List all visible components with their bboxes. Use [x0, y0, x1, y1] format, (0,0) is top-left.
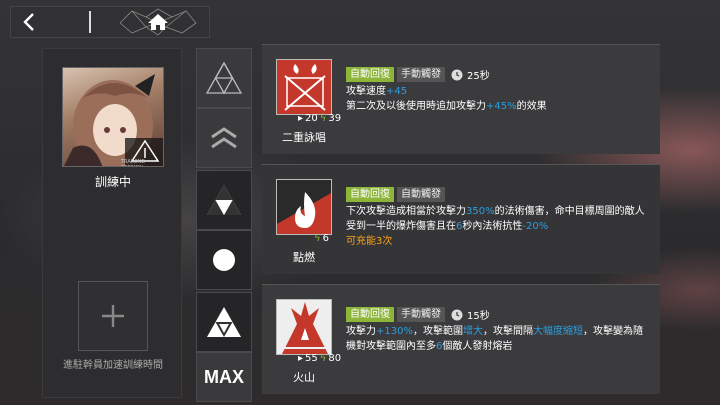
desc-text: 第二次及以後使用時追加攻擊力 — [346, 101, 486, 112]
rank-triangle-outline-icon — [205, 61, 243, 95]
skill-icon-double-chant — [276, 59, 332, 115]
play-icon: ▸ — [298, 113, 304, 124]
rank-1-button[interactable] — [196, 48, 252, 108]
sp-initial: 55 — [305, 353, 318, 364]
sp-cost: 39 — [328, 113, 342, 124]
skill-tags: 自動回復 手動觸發 15秒 — [346, 307, 490, 322]
desc-value: +130% — [376, 326, 413, 337]
rank-triangle-full-icon — [207, 307, 241, 337]
sp-cost: 6 — [322, 233, 329, 244]
portrait-art — [64, 74, 163, 166]
clock-icon — [451, 309, 463, 320]
desc-value: -20% — [522, 221, 549, 232]
portrait-caption: TRAINING SESSION — [121, 159, 146, 166]
rank-circle-icon — [213, 249, 235, 271]
tag-trigger: 手動觸發 — [397, 307, 445, 322]
desc-text: 攻擊力 — [346, 326, 376, 337]
skill-card-3[interactable]: ▸ 55 ϟ 80 火山 自動回復 手動觸發 15秒 攻擊力+130%，攻擊範圍增大… — [262, 284, 660, 394]
rank-max-label: MAX — [204, 366, 244, 387]
desc-text: 的效果 — [516, 101, 547, 112]
tag-recovery: 自動回復 — [346, 307, 394, 322]
rank-2-button[interactable] — [196, 108, 252, 168]
add-operator-button[interactable] — [78, 281, 148, 351]
rank-3-button[interactable] — [196, 170, 252, 230]
skill-card-1[interactable]: ▸ 20 ϟ 39 二重詠唱 自動回復 手動觸發 25秒 攻擊速度+45 第二次及以… — [262, 44, 660, 154]
duration-text: 15秒 — [467, 311, 490, 322]
skill-description: 攻擊速度+45 第二次及以後使用時追加攻擊力+45%的效果 — [346, 84, 651, 114]
skill-card-2[interactable]: ϟ6 點燃 自動回復 自動觸發 下次攻擊造成相當於攻擊力350%的法術傷害，命中… — [262, 164, 660, 274]
top-nav-bar — [10, 6, 210, 38]
duration: 15秒 — [451, 307, 490, 322]
clock-icon — [451, 69, 463, 80]
desc-value: +45 — [386, 86, 408, 97]
sp-costs: ϟ6 — [314, 233, 329, 244]
sp-costs: ▸ 20 ϟ 39 — [298, 113, 341, 124]
skill-tags: 自動回復 手動觸發 25秒 — [346, 67, 490, 82]
desc-value: 350% — [466, 206, 495, 217]
bolt-icon: ϟ — [319, 353, 327, 364]
skill-icon-volcano — [276, 299, 332, 355]
desc-text: 個敵人發射熔岩 — [442, 341, 513, 352]
desc-value: 大幅度縮短 — [532, 326, 583, 337]
skill-icon-ignite — [276, 179, 332, 235]
skill-name: 點燃 — [293, 251, 315, 264]
operator-panel: TRAINING SESSION 訓練中 進駐幹員加速訓練時間 — [42, 48, 182, 398]
skill-tags: 自動回復 自動觸發 — [346, 187, 445, 202]
home-button[interactable] — [116, 7, 200, 37]
rank-triangle-dark-icon — [207, 185, 241, 215]
duration-text: 25秒 — [467, 71, 490, 82]
tag-recovery: 自動回復 — [346, 67, 394, 82]
skill-name: 二重詠唱 — [282, 131, 326, 144]
skill-name: 火山 — [293, 371, 315, 384]
sp-cost: 80 — [328, 353, 342, 364]
skill-description: 攻擊力+130%，攻擊範圍增大，攻擊間隔大幅度縮短，攻擊變為隨機對攻擊範圍內至多… — [346, 324, 651, 354]
desc-value: 增大 — [462, 326, 483, 337]
rank-4-button[interactable] — [196, 230, 252, 290]
rank-max-button[interactable]: MAX — [196, 352, 252, 402]
sp-costs: ▸ 55 ϟ 80 — [298, 353, 341, 364]
bolt-icon: ϟ — [314, 233, 321, 244]
desc-text: 攻擊速度 — [346, 86, 386, 97]
home-icon — [119, 8, 197, 36]
assist-hint: 進駐幹員加速訓練時間 — [63, 360, 163, 371]
plus-icon — [102, 305, 124, 327]
bolt-icon: ϟ — [319, 113, 327, 124]
rank-5-button[interactable] — [196, 292, 252, 352]
rank-chevrons-icon — [211, 127, 237, 149]
duration: 25秒 — [451, 67, 490, 82]
sp-initial: 20 — [305, 113, 318, 124]
desc-value: +45% — [486, 101, 517, 112]
charge-text: 可充能3次 — [346, 236, 393, 247]
desc-text: 秒內法術抗性 — [462, 221, 523, 232]
play-icon: ▸ — [298, 353, 304, 364]
desc-text: 下次攻擊造成相當於攻擊力 — [346, 206, 466, 217]
tag-trigger: 手動觸發 — [397, 67, 445, 82]
tag-recovery: 自動回復 — [346, 187, 394, 202]
desc-text: ，攻擊間隔 — [482, 326, 533, 337]
skill-description: 下次攻擊造成相當於攻擊力350%的法術傷害，命中目標周圍的敵人受到一半的爆炸傷害… — [346, 204, 651, 249]
operator-portrait: TRAINING SESSION — [62, 67, 164, 167]
chevron-left-icon — [23, 13, 34, 31]
back-button[interactable] — [11, 7, 47, 37]
desc-text: ，攻擊範圍 — [412, 326, 463, 337]
tag-trigger: 自動觸發 — [397, 187, 445, 202]
nav-divider — [89, 11, 91, 33]
training-status: 訓練中 — [94, 175, 131, 189]
